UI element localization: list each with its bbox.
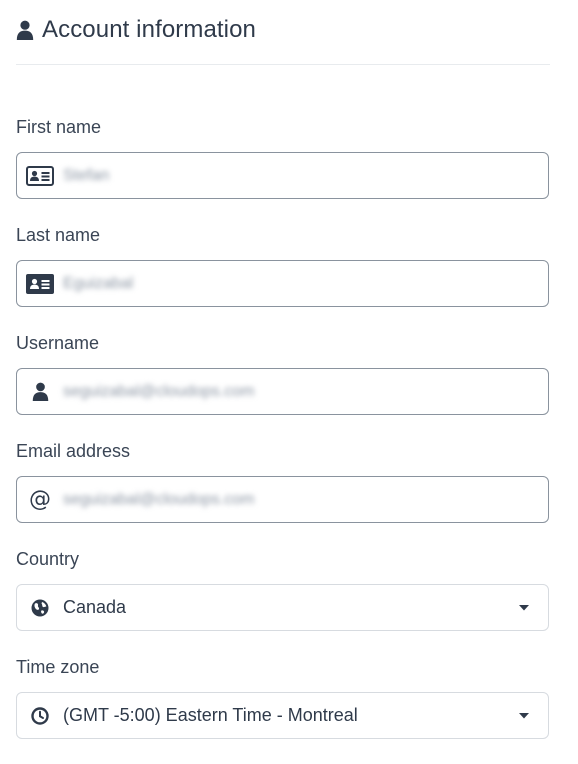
username-value: seguizabal@cloudops.com	[63, 382, 255, 400]
timezone-label: Time zone	[16, 657, 100, 677]
section-header: Account information	[16, 14, 550, 65]
user-icon	[16, 19, 34, 41]
country-label: Country	[16, 549, 80, 569]
username-label: Username	[16, 333, 100, 353]
last-name-label: Last name	[16, 225, 101, 245]
country-select[interactable]: Canada	[16, 584, 549, 631]
last-name-field[interactable]: Eguizabal	[16, 260, 549, 307]
clock-icon	[17, 706, 63, 725]
account-information-panel: Account information First name Stefan La…	[0, 0, 578, 764]
user-icon	[17, 382, 63, 401]
email-label: Email address	[16, 441, 131, 461]
last-name-value: Eguizabal	[63, 274, 134, 292]
page-title: Account information	[42, 16, 257, 43]
id-card-icon	[17, 165, 63, 186]
first-name-label: First name	[16, 117, 102, 137]
chevron-down-icon	[500, 712, 548, 720]
email-value: seguizabal@cloudops.com	[63, 490, 255, 508]
at-icon: @	[29, 486, 51, 512]
email-field[interactable]: @ seguizabal@cloudops.com	[16, 476, 549, 523]
title-row: Account information	[16, 14, 550, 46]
country-value: Canada	[63, 597, 127, 617]
chevron-down-icon	[500, 604, 548, 612]
id-card-icon	[17, 273, 63, 294]
timezone-select[interactable]: (GMT -5:00) Eastern Time - Montreal	[16, 692, 549, 739]
first-name-value: Stefan	[63, 166, 110, 184]
globe-icon	[17, 599, 63, 617]
timezone-value: (GMT -5:00) Eastern Time - Montreal	[63, 705, 358, 725]
username-field[interactable]: seguizabal@cloudops.com	[16, 368, 549, 415]
first-name-field[interactable]: Stefan	[16, 152, 549, 199]
